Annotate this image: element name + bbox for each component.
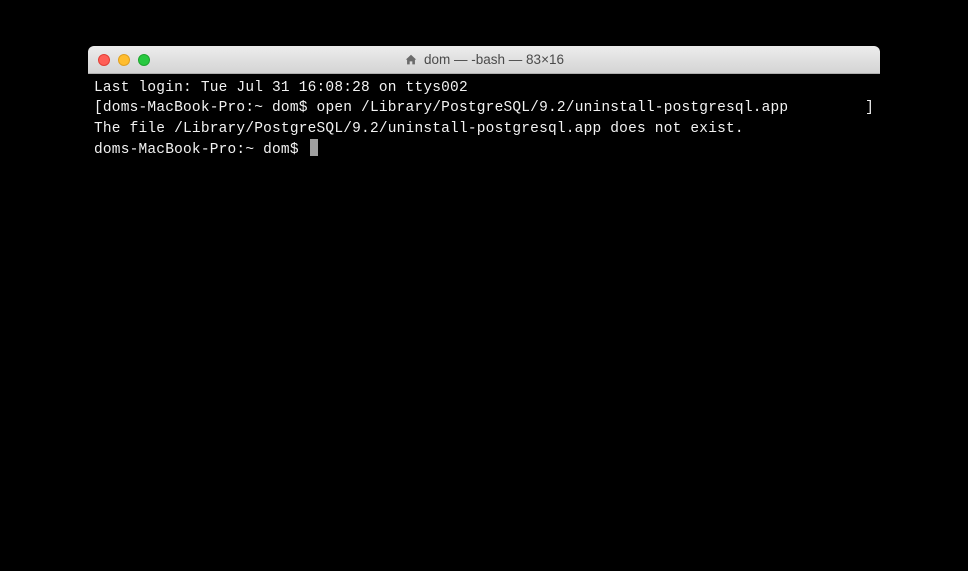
window-titlebar[interactable]: dom — -bash — 83×16 xyxy=(88,46,880,74)
bracket-close: ] xyxy=(865,98,874,118)
terminal-prompt: doms-MacBook-Pro:~ dom$ xyxy=(94,142,308,158)
bracket-open: [ xyxy=(94,100,103,116)
close-button[interactable] xyxy=(98,54,110,66)
home-icon xyxy=(404,53,418,67)
window-title-text: dom — -bash — 83×16 xyxy=(424,52,564,67)
terminal-cursor xyxy=(310,139,318,156)
terminal-body[interactable]: Last login: Tue Jul 31 16:08:28 on ttys0… xyxy=(88,74,880,398)
terminal-window: dom — -bash — 83×16 Last login: Tue Jul … xyxy=(88,46,880,398)
terminal-line: doms-MacBook-Pro:~ dom$ xyxy=(94,139,874,160)
terminal-prompt: doms-MacBook-Pro:~ dom$ xyxy=(103,100,317,116)
traffic-lights xyxy=(88,54,150,66)
terminal-line: Last login: Tue Jul 31 16:08:28 on ttys0… xyxy=(94,78,874,98)
terminal-command: open /Library/PostgreSQL/9.2/uninstall-p… xyxy=(317,100,789,116)
terminal-line: [doms-MacBook-Pro:~ dom$ open /Library/P… xyxy=(94,98,874,118)
window-title: dom — -bash — 83×16 xyxy=(88,52,880,67)
maximize-button[interactable] xyxy=(138,54,150,66)
terminal-output: The file /Library/PostgreSQL/9.2/uninsta… xyxy=(94,119,874,139)
minimize-button[interactable] xyxy=(118,54,130,66)
